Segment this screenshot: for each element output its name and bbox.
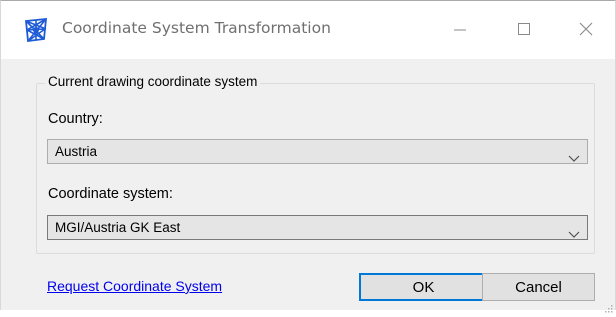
country-value: Austria (55, 144, 98, 159)
country-label: Country: (48, 111, 103, 127)
window-title: Coordinate System Transformation (62, 19, 331, 37)
request-coordinate-system-link[interactable]: Request Coordinate System (47, 278, 222, 294)
chevron-down-icon (568, 224, 580, 238)
cancel-button[interactable]: Cancel (482, 273, 595, 301)
coordinate-system-dropdown[interactable]: MGI/Austria GK East (47, 215, 588, 240)
app-logo-icon (24, 17, 48, 43)
maximize-button[interactable] (501, 1, 547, 59)
ok-button[interactable]: OK (359, 273, 488, 301)
close-button[interactable] (563, 1, 609, 59)
dialog-window: Coordinate System Transformation Current… (0, 0, 616, 313)
coordinate-system-label: Coordinate system: (48, 186, 173, 202)
chevron-down-icon (568, 148, 580, 162)
resize-grip-icon[interactable] (603, 298, 613, 313)
maximize-icon (517, 21, 531, 40)
coordinate-system-value: MGI/Austria GK East (55, 220, 181, 235)
country-dropdown[interactable]: Austria (47, 139, 588, 164)
group-legend: Current drawing coordinate system (45, 74, 261, 89)
close-icon (579, 21, 593, 40)
minimize-button[interactable] (437, 1, 483, 59)
title-bar[interactable]: Coordinate System Transformation (1, 1, 615, 59)
minimize-icon (454, 21, 466, 40)
